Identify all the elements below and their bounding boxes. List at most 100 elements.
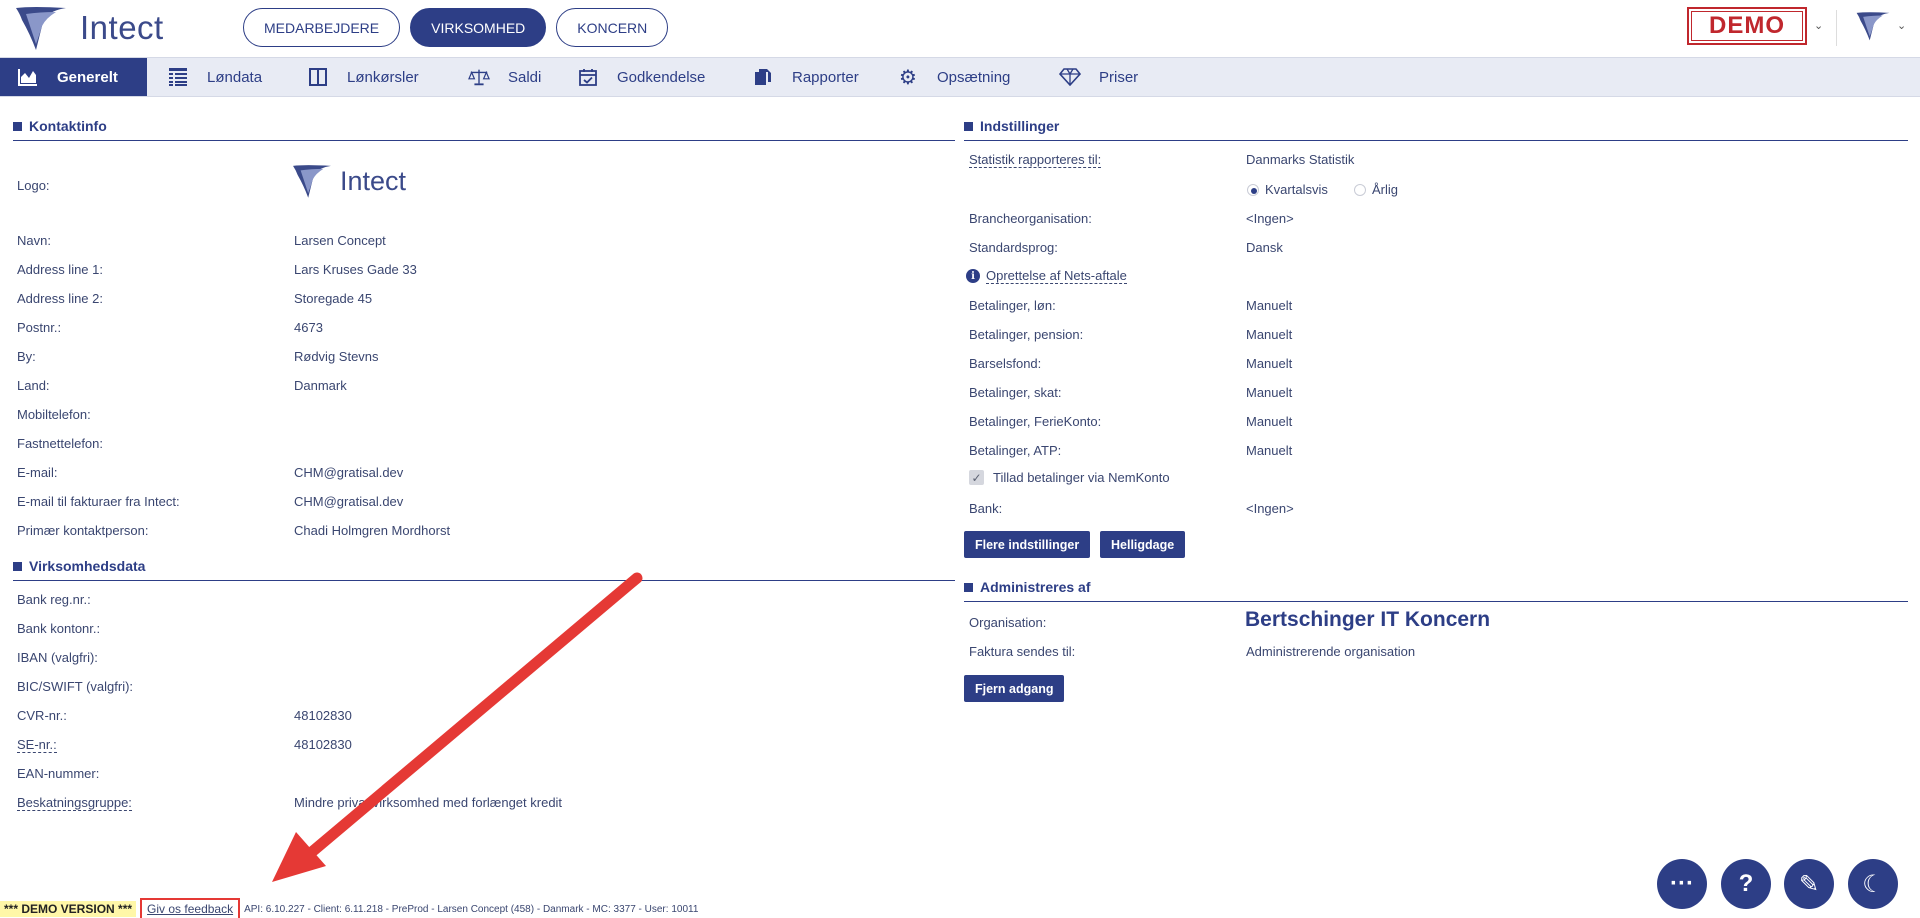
label-land: Land: (17, 378, 50, 393)
checkmark-icon: ✓ (969, 470, 984, 485)
value-statistik[interactable]: Danmarks Statistik (1246, 152, 1354, 167)
value-cvr[interactable]: 48102830 (294, 708, 352, 723)
label-barselsfond: Barselsfond: (969, 356, 1042, 371)
label-se-nr[interactable]: SE-nr.: (17, 737, 57, 753)
radio-dot-icon (1247, 183, 1259, 196)
label-statistik[interactable]: Statistik rapporteres til: (969, 152, 1102, 168)
nav-saldi[interactable]: Saldi (447, 58, 569, 96)
value-betaling-feriekonto[interactable]: Manuelt (1246, 414, 1292, 429)
nets-aftale-row: i Oprettelse af Nets-aftale (966, 268, 1127, 284)
nav-rapporter[interactable]: Rapporter (743, 58, 897, 96)
label-fastnettelefon: Fastnettelefon: (17, 436, 103, 451)
helligdage-button[interactable]: Helligdage (1100, 531, 1186, 558)
gear-icon: ⚙ (899, 66, 917, 89)
section-divider (13, 580, 955, 581)
divider (1836, 10, 1837, 46)
section-indstillinger-title: Indstillinger (964, 118, 1059, 134)
section-title-text: Virksomhedsdata (29, 558, 146, 574)
section-divider (13, 140, 955, 141)
section-marker (13, 121, 22, 131)
demo-badge[interactable]: DEMO (1687, 7, 1807, 45)
feedback-link[interactable]: Giv os feedback (140, 898, 241, 918)
nemkonto-checkbox[interactable]: ✓ Tillad betalinger via NemKonto (969, 470, 1170, 485)
value-address1[interactable]: Lars Kruses Gade 33 (294, 262, 417, 277)
flere-indstillinger-button[interactable]: Flere indstillinger (964, 531, 1091, 558)
nav-label: Opsætning (937, 68, 1011, 86)
value-betaling-skat[interactable]: Manuelt (1246, 385, 1292, 400)
intect-logo-icon (293, 165, 331, 198)
section-title-text: Indstillinger (980, 118, 1060, 134)
section-divider (964, 140, 1908, 141)
main-nav: Generelt Løndata Lønkørsler Saldi Godken… (0, 57, 1920, 97)
label-betaling-skat: Betalinger, skat: (969, 385, 1062, 400)
value-betaling-pension[interactable]: Manuelt (1246, 327, 1292, 342)
label-address1: Address line 1: (17, 262, 103, 277)
label-bank: Bank: (969, 501, 1003, 516)
value-barselsfond[interactable]: Manuelt (1246, 356, 1292, 371)
chevron-down-icon[interactable]: ⌄ (1814, 19, 1823, 32)
value-bank[interactable]: <Ingen> (1246, 501, 1294, 516)
radio-dot-icon (1354, 183, 1366, 196)
nav-godkendelse[interactable]: Godkendelse (569, 58, 743, 96)
value-email[interactable]: CHM@gratisal.dev (294, 465, 403, 480)
nav-priser[interactable]: Priser (1057, 58, 1187, 96)
more-icon: ··· (1670, 870, 1694, 897)
more-button[interactable]: ··· (1657, 859, 1707, 909)
section-title-text: Administreres af (980, 579, 1091, 595)
value-kontaktperson[interactable]: Chadi Holmgren Mordhorst (294, 523, 450, 538)
version-info: API: 6.10.227 - Client: 6.11.218 - PrePr… (244, 903, 699, 915)
nav-opsaetning[interactable]: ⚙ Opsætning (897, 58, 1057, 96)
tab-virksomhed[interactable]: VIRKSOMHED (410, 8, 547, 47)
section-divider (964, 601, 1908, 602)
header: Intect MEDARBEJDERE VIRKSOMHED KONCERN D… (0, 0, 1920, 57)
nets-aftale-link[interactable]: Oprettelse af Nets-aftale (986, 268, 1127, 284)
nav-loendata[interactable]: Løndata (147, 58, 287, 96)
dark-mode-button[interactable]: ☾ (1848, 859, 1898, 909)
radio-kvartalsvis[interactable]: Kvartalsvis (1247, 182, 1328, 197)
value-email-faktura[interactable]: CHM@gratisal.dev (294, 494, 403, 509)
value-address2[interactable]: Storegade 45 (294, 291, 372, 306)
tab-koncern[interactable]: KONCERN (556, 8, 669, 47)
nav-loenkoersler[interactable]: Lønkørsler (287, 58, 447, 96)
chart-icon (17, 67, 39, 87)
radio-aarlig[interactable]: Årlig (1354, 182, 1398, 197)
nav-label: Priser (1099, 68, 1139, 86)
user-menu-logo[interactable] (1854, 7, 1892, 48)
value-se-nr[interactable]: 48102830 (294, 737, 352, 752)
value-navn[interactable]: Larsen Concept (294, 233, 386, 248)
label-standardsprog: Standardsprog: (969, 240, 1058, 255)
moon-icon: ☾ (1862, 870, 1884, 898)
help-button[interactable]: ? (1721, 859, 1771, 909)
label-email: E-mail: (17, 465, 58, 480)
info-icon: i (966, 269, 980, 283)
section-administreres-title: Administreres af (964, 579, 1090, 595)
label-brancheorganisation: Brancheorganisation: (969, 211, 1092, 226)
value-betaling-loen[interactable]: Manuelt (1246, 298, 1292, 313)
value-organisation[interactable]: Bertschinger IT Koncern (1245, 608, 1490, 632)
label-bank-kontonr: Bank kontonr.: (17, 621, 101, 636)
help-icon: ? (1738, 870, 1754, 897)
value-standardsprog[interactable]: Dansk (1246, 240, 1283, 255)
tab-medarbejdere[interactable]: MEDARBEJDERE (243, 8, 401, 47)
demo-version-label: *** DEMO VERSION *** (0, 901, 137, 917)
company-logo[interactable]: Intect (290, 160, 406, 202)
value-beskatningsgruppe[interactable]: Mindre privat virksomhed med forlænget k… (294, 795, 562, 810)
edit-button[interactable]: ✎ (1784, 859, 1834, 909)
radio-label: Kvartalsvis (1265, 182, 1328, 197)
value-postnr[interactable]: 4673 (294, 320, 323, 335)
label-beskatningsgruppe[interactable]: Beskatningsgruppe: (17, 795, 132, 811)
value-by[interactable]: Rødvig Stevns (294, 349, 379, 364)
value-betaling-atp[interactable]: Manuelt (1246, 443, 1292, 458)
chevron-down-icon[interactable]: ⌄ (1897, 19, 1906, 32)
value-brancheorganisation[interactable]: <Ingen> (1246, 211, 1294, 226)
fjern-adgang-button[interactable]: Fjern adgang (964, 675, 1065, 702)
value-faktura[interactable]: Administrerende organisation (1246, 644, 1415, 659)
nav-generelt[interactable]: Generelt (0, 58, 147, 96)
label-postnr: Postnr.: (17, 320, 62, 335)
section-marker (13, 561, 22, 571)
label-organisation: Organisation: (969, 615, 1047, 630)
intect-logo[interactable]: Intect (12, 4, 164, 52)
logo-label: Logo: (17, 178, 50, 193)
value-land[interactable]: Danmark (294, 378, 347, 393)
top-tabs: MEDARBEJDERE VIRKSOMHED KONCERN (243, 8, 669, 47)
